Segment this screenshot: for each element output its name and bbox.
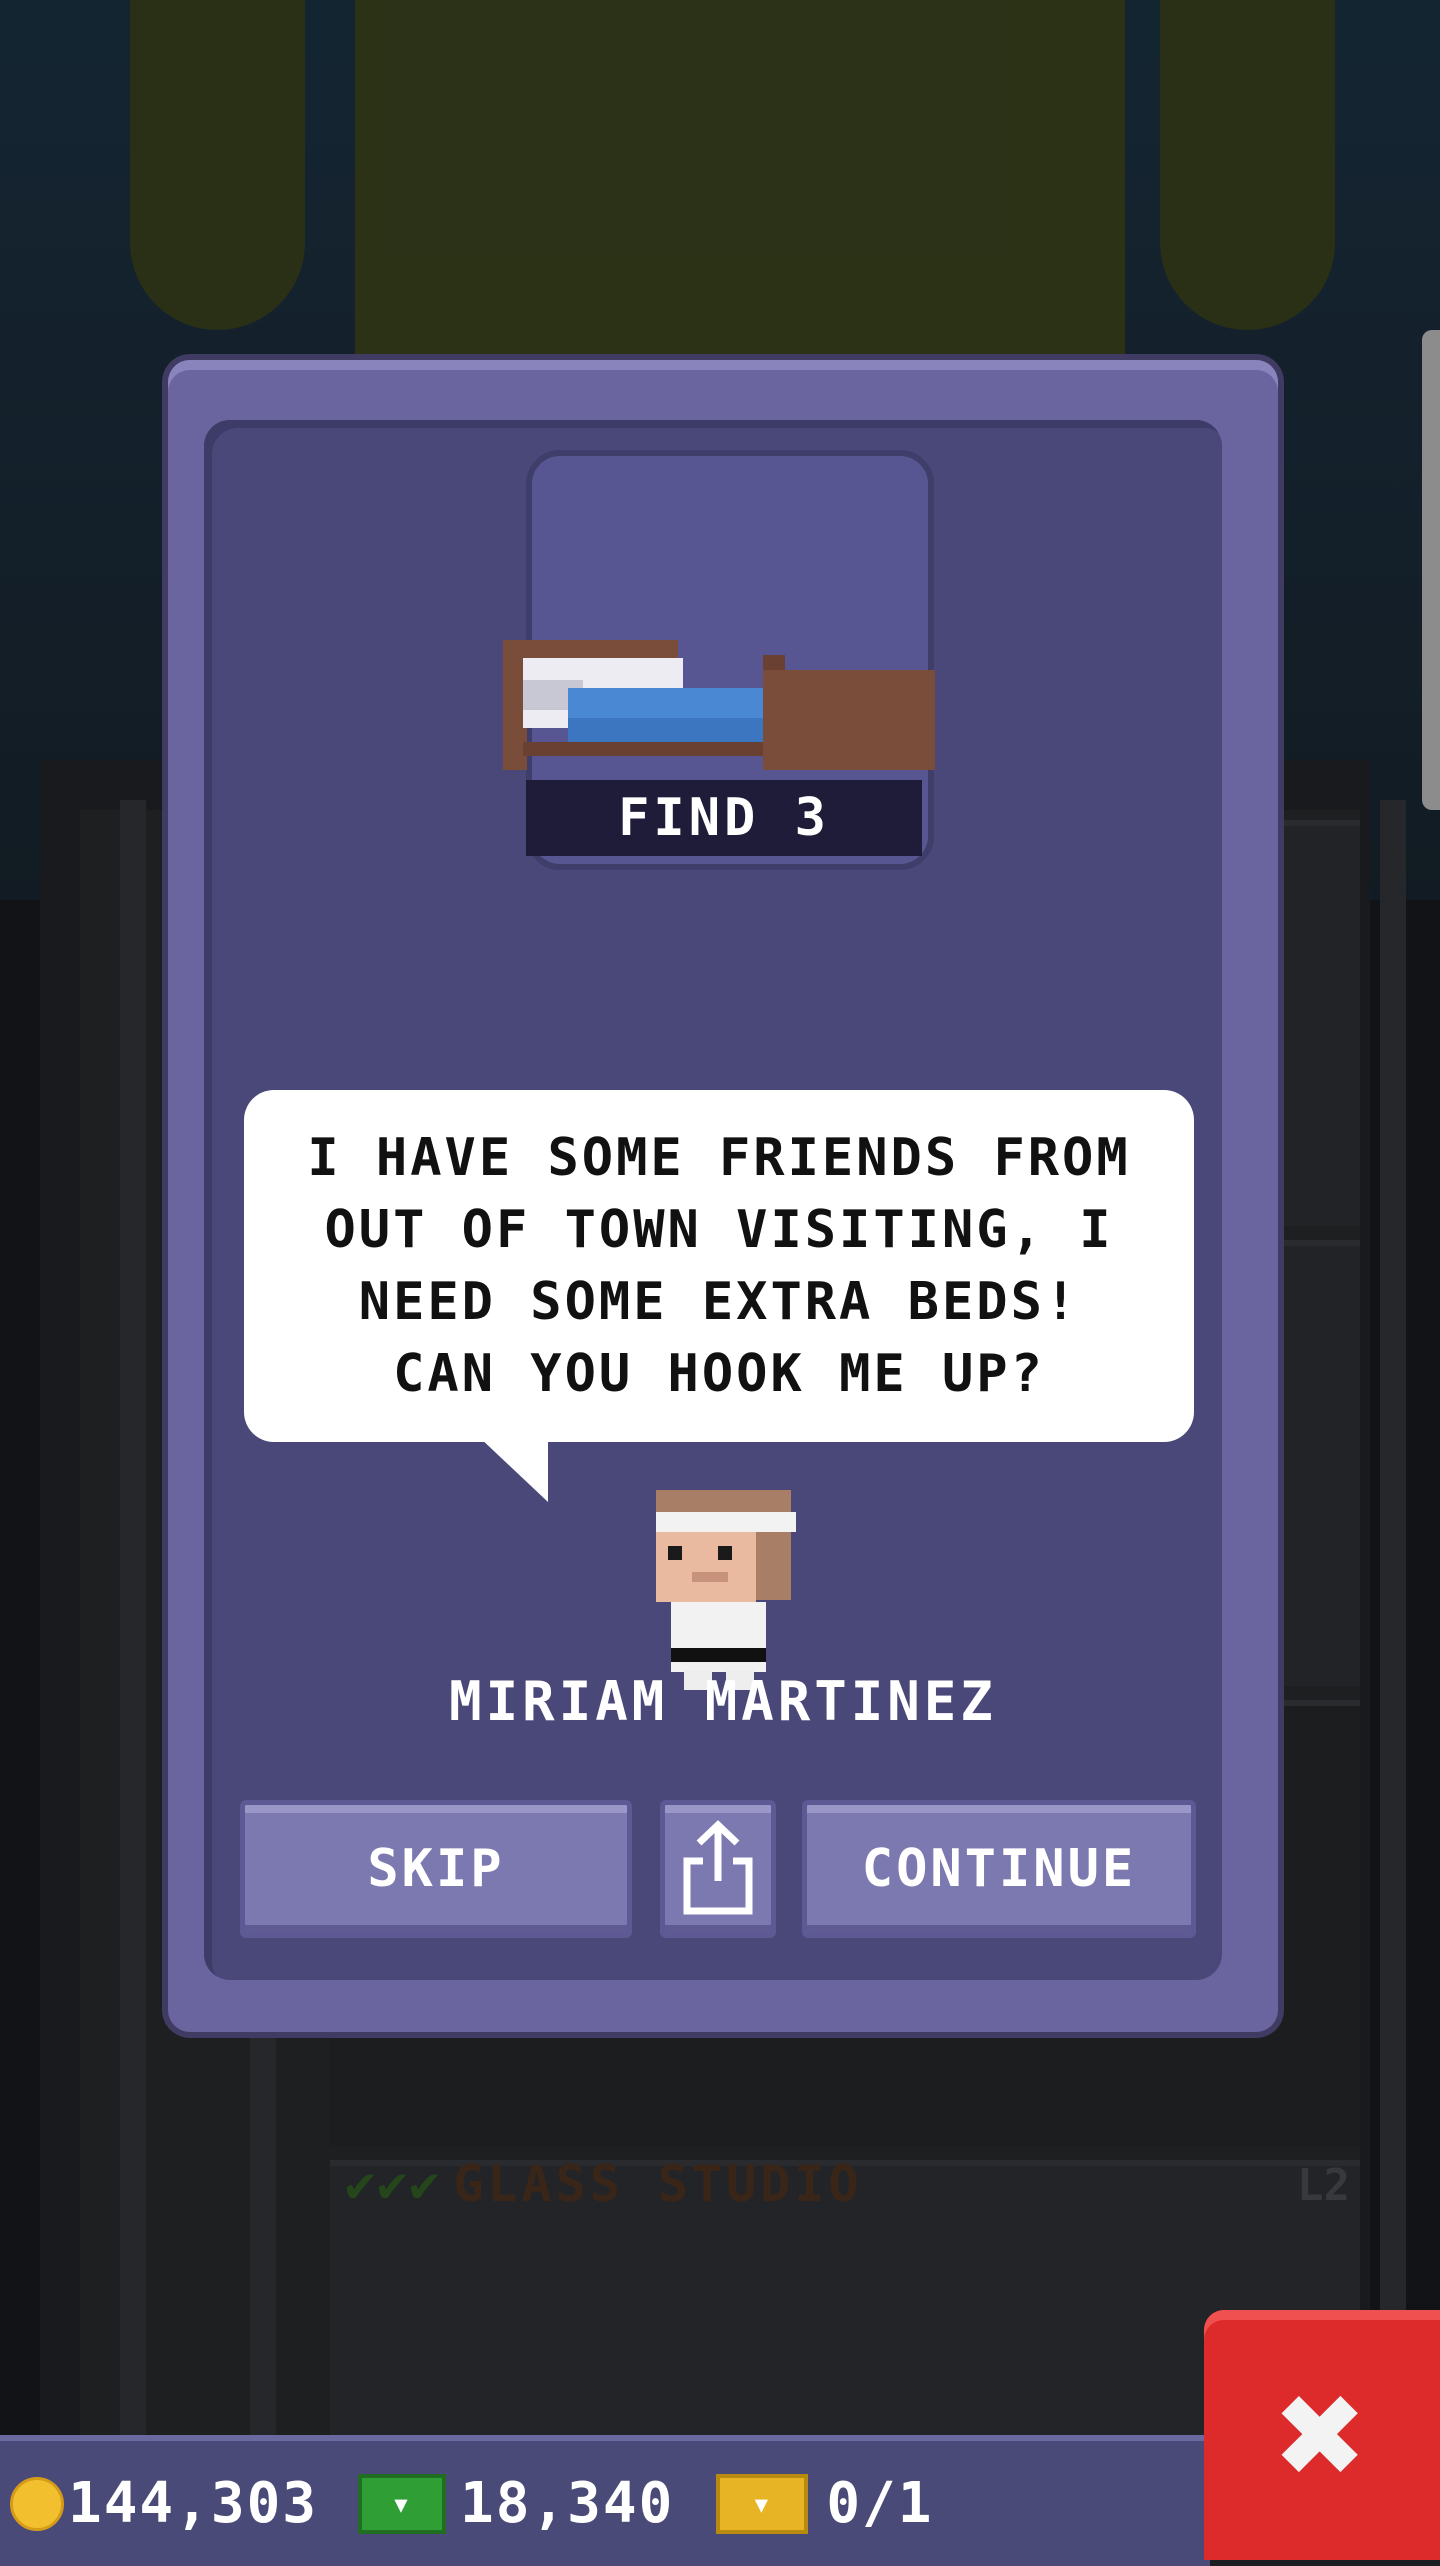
continue-button[interactable]: CONTINUE bbox=[802, 1800, 1196, 1938]
skip-button[interactable]: SKIP bbox=[240, 1800, 632, 1938]
coin-icon bbox=[10, 2476, 64, 2531]
continue-button-label: CONTINUE bbox=[861, 1839, 1137, 1899]
coin-count: 144,303 bbox=[68, 2471, 319, 2536]
npc-name: MIRIAM MARTINEZ bbox=[449, 1670, 997, 1733]
skip-button-label: SKIP bbox=[367, 1839, 505, 1899]
mission-dialog: FIND 3 I HAVE SOME FRIENDS FROM OUT OF T… bbox=[168, 360, 1278, 2032]
bux-icon: ▾ bbox=[358, 2473, 447, 2534]
item-requirement: FIND 3 bbox=[526, 780, 922, 856]
speech-bubble-tail bbox=[478, 1436, 548, 1502]
ticket-count: 0/1 bbox=[826, 2471, 934, 2536]
npc-avatar bbox=[646, 1490, 796, 1690]
share-button[interactable] bbox=[660, 1800, 776, 1938]
close-icon: ✖ bbox=[1276, 2348, 1368, 2522]
bed-icon bbox=[503, 640, 935, 770]
currency-bar: 144,303 ▾ 18,340 ▾ 0/1 bbox=[0, 2435, 1210, 2566]
speech-bubble: I HAVE SOME FRIENDS FROM OUT OF TOWN VIS… bbox=[244, 1090, 1194, 1442]
bux-count: 18,340 bbox=[460, 2471, 675, 2536]
ticket-icon: ▾ bbox=[716, 2473, 809, 2534]
share-icon bbox=[683, 1820, 753, 1915]
close-button[interactable]: ✖ bbox=[1204, 2310, 1440, 2560]
